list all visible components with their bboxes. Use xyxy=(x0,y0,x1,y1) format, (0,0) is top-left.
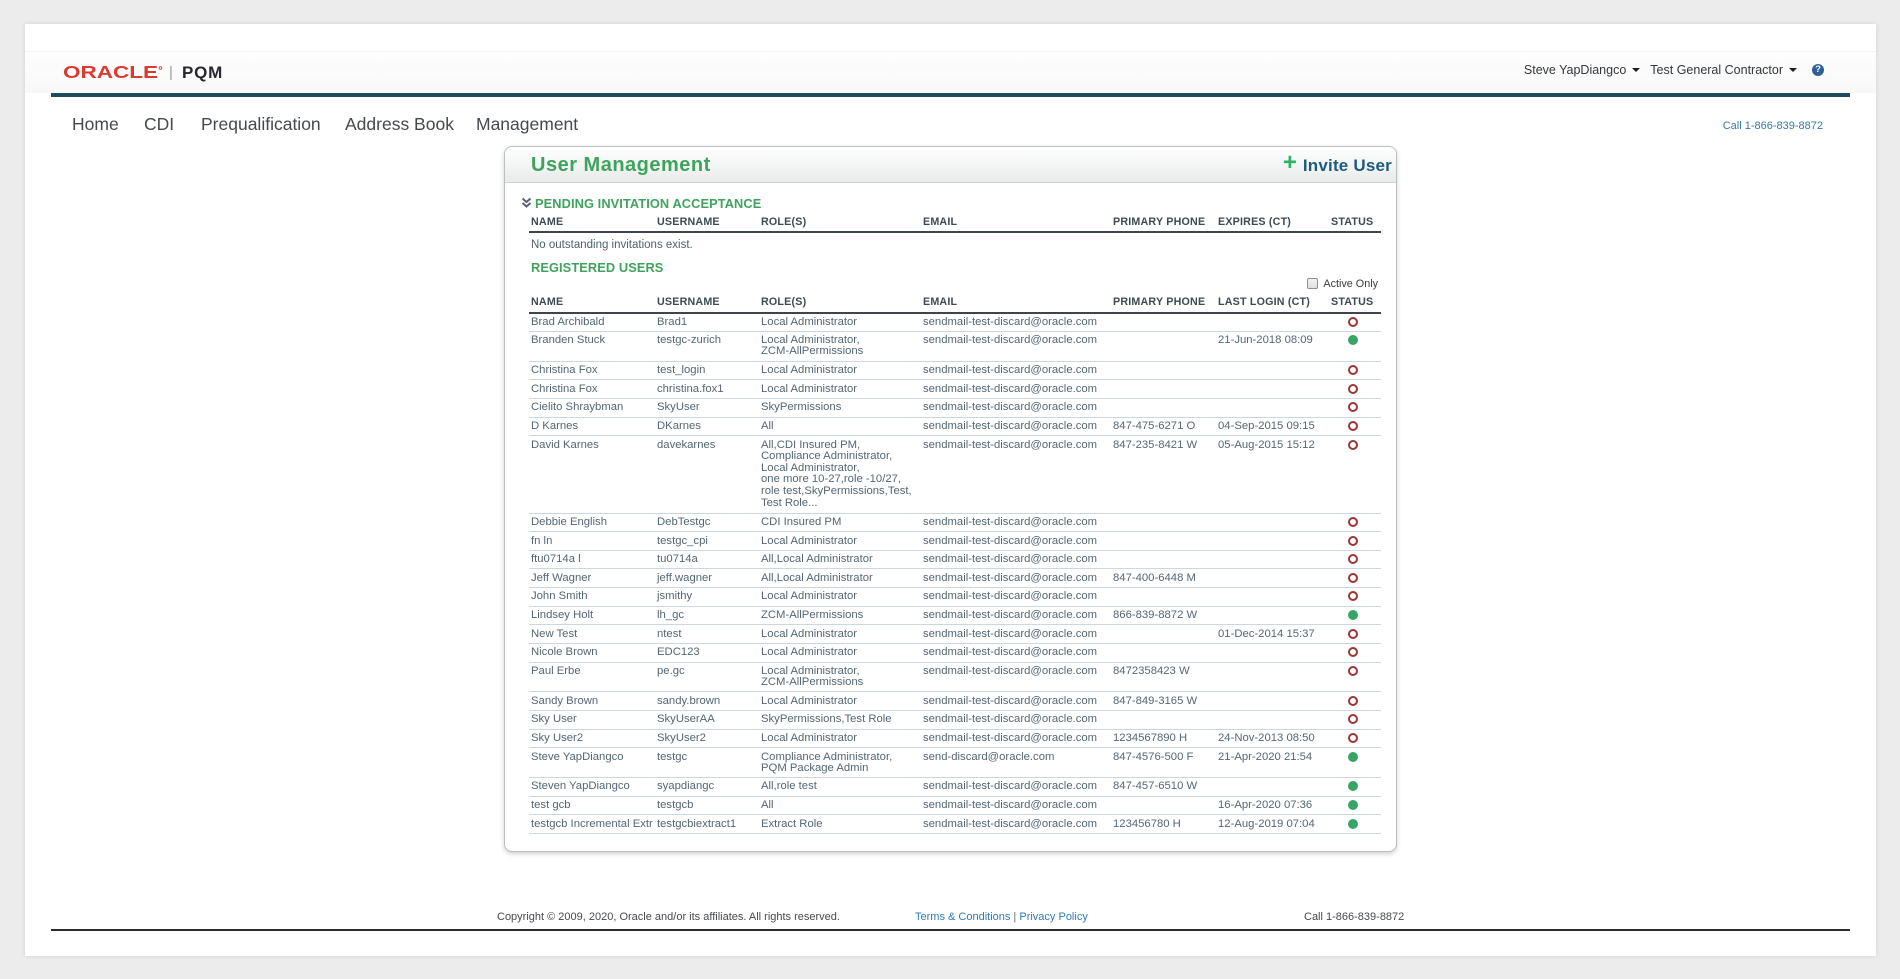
svg-text:ORACLE: ORACLE xyxy=(63,65,158,82)
